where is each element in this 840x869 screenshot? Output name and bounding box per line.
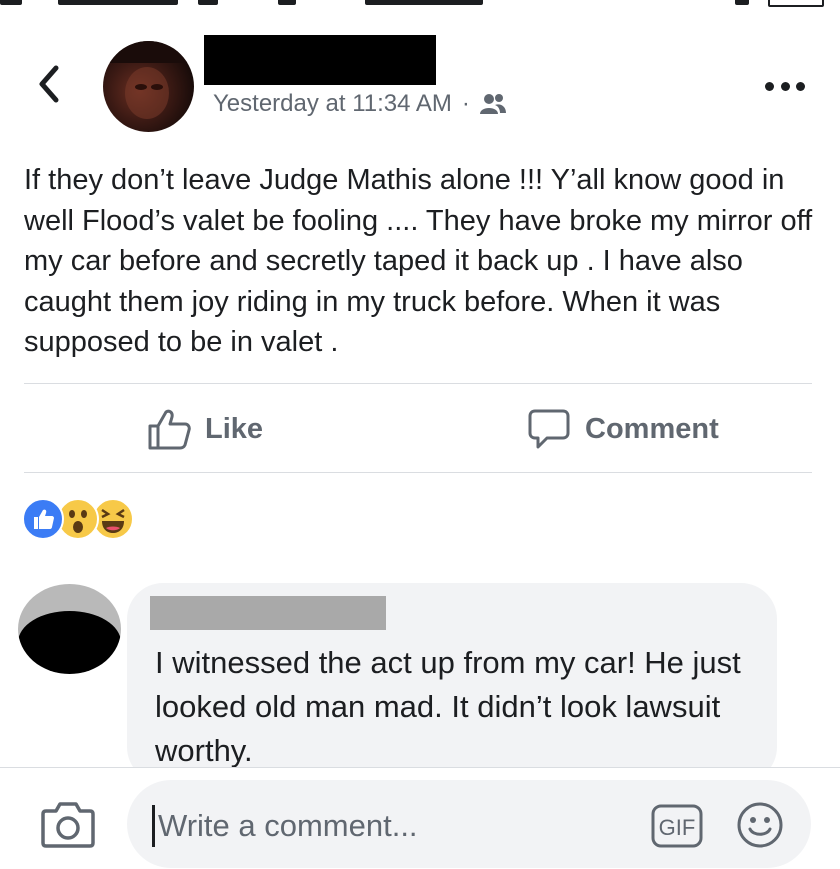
like-button[interactable]: Like xyxy=(147,404,263,454)
smiley-icon xyxy=(737,802,783,848)
post-timestamp[interactable]: Yesterday at 11:34 AM xyxy=(213,90,452,118)
divider xyxy=(24,472,812,473)
text-caret xyxy=(152,805,155,847)
like-label: Like xyxy=(205,412,264,445)
gif-button[interactable]: GIF xyxy=(651,802,703,850)
commenter-name-redacted[interactable] xyxy=(150,596,386,630)
reactions-summary[interactable] xyxy=(22,498,134,540)
like-reaction-icon xyxy=(22,498,64,540)
back-button[interactable] xyxy=(34,64,66,104)
sticker-button[interactable] xyxy=(735,800,785,850)
post-meta: Yesterday at 11:34 AM · xyxy=(213,90,506,118)
comment-button[interactable]: Comment xyxy=(527,404,719,454)
post-text: If they don’t leave Judge Mathis alone !… xyxy=(24,164,813,358)
more-options-button[interactable] xyxy=(765,76,805,96)
comment-text: I witnessed the act up from my car! He j… xyxy=(155,645,741,768)
author-name-redacted[interactable] xyxy=(204,35,436,85)
more-dot-icon xyxy=(765,81,774,91)
author-avatar[interactable] xyxy=(103,41,194,132)
chevron-left-icon xyxy=(39,65,59,103)
comment-bubble-icon xyxy=(528,409,570,449)
comment-input-placeholder: Write a comment... xyxy=(158,808,418,843)
comment-label: Comment xyxy=(585,412,719,445)
thumbs-up-icon xyxy=(148,409,191,450)
camera-button[interactable] xyxy=(40,799,96,849)
gif-icon: GIF xyxy=(651,804,703,848)
commenter-avatar-redaction xyxy=(18,611,121,674)
commenter-avatar[interactable] xyxy=(18,584,121,674)
gif-label: GIF xyxy=(659,815,696,840)
more-dot-icon xyxy=(796,81,805,91)
more-dot-icon xyxy=(780,81,790,91)
divider xyxy=(24,383,812,384)
status-bar xyxy=(0,0,840,8)
meta-separator: · xyxy=(461,90,470,117)
camera-icon xyxy=(41,802,95,848)
friends-icon[interactable] xyxy=(479,93,506,115)
